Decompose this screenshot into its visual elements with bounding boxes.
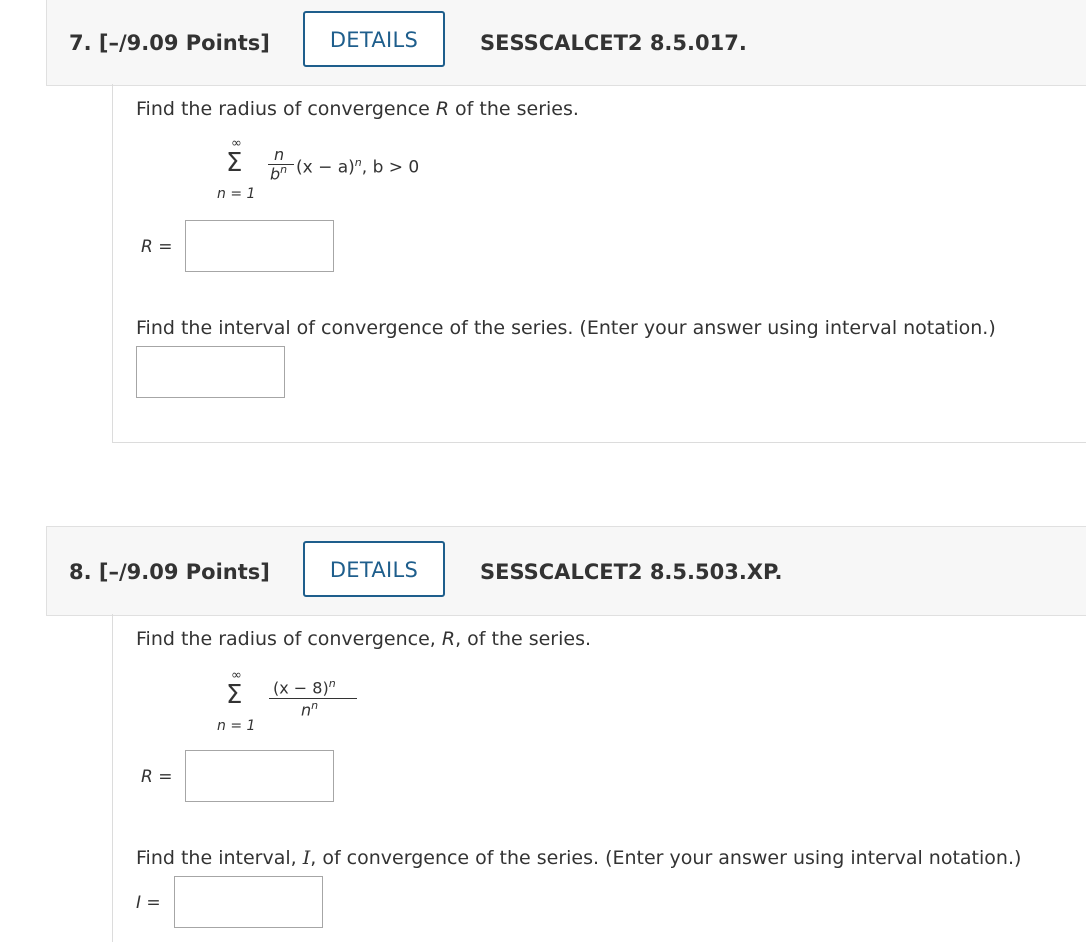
question-8-interval-label: I = [136, 893, 161, 913]
question-7-radius-input[interactable] [185, 220, 334, 272]
question-7-interval-input[interactable] [136, 346, 285, 398]
question-8-details-button[interactable]: DETAILS [303, 541, 445, 597]
question-8-radius-input[interactable] [185, 750, 334, 802]
question-7-body: Find the radius of convergence R of the … [112, 84, 1086, 443]
question-8-radius-label: R = [141, 767, 173, 787]
fraction-denominator: bn [270, 163, 288, 184]
series-tail: (x − a)n, b > 0 [296, 156, 420, 178]
question-8-radius-prompt: Find the radius of convergence, R, of th… [136, 628, 592, 650]
fraction-numerator: n [274, 145, 285, 164]
sigma-symbol: Σ [226, 680, 243, 710]
question-7-details-button[interactable]: DETAILS [303, 11, 445, 67]
question-7-header: 7. [–/9.09 Points] DETAILS SESSCALCET2 8… [46, 0, 1086, 86]
question-8-header: 8. [–/9.09 Points] DETAILS SESSCALCET2 8… [46, 526, 1086, 616]
sigma-lower-limit: n = 1 [217, 718, 256, 734]
question-8-number-points: 8. [–/9.09 Points] [69, 560, 270, 584]
question-7-series: ∞ Σ n = 1 n bn (x − a)n, b > 0 [217, 136, 477, 206]
fraction-denominator: nn [301, 699, 319, 720]
question-8-series: ∞ Σ n = 1 (x − 8)n nn [217, 668, 417, 738]
question-7-radius-prompt: Find the radius of convergence R of the … [136, 98, 579, 120]
question-7-number-points: 7. [–/9.09 Points] [69, 31, 270, 55]
fraction-numerator: (x − 8)n [273, 677, 336, 698]
question-7-code: SESSCALCET2 8.5.017. [480, 31, 747, 55]
question-7-radius-label: R = [141, 237, 173, 257]
sigma-lower-limit: n = 1 [217, 186, 256, 202]
question-8-code: SESSCALCET2 8.5.503.XP. [480, 560, 783, 584]
question-8-body: Find the radius of convergence, R, of th… [112, 614, 1086, 942]
question-8-interval-prompt: Find the interval, I, of convergence of … [136, 847, 1022, 869]
sigma-symbol: Σ [226, 148, 243, 178]
question-7-interval-prompt: Find the interval of convergence of the … [136, 317, 996, 339]
question-8-interval-input[interactable] [174, 876, 323, 928]
